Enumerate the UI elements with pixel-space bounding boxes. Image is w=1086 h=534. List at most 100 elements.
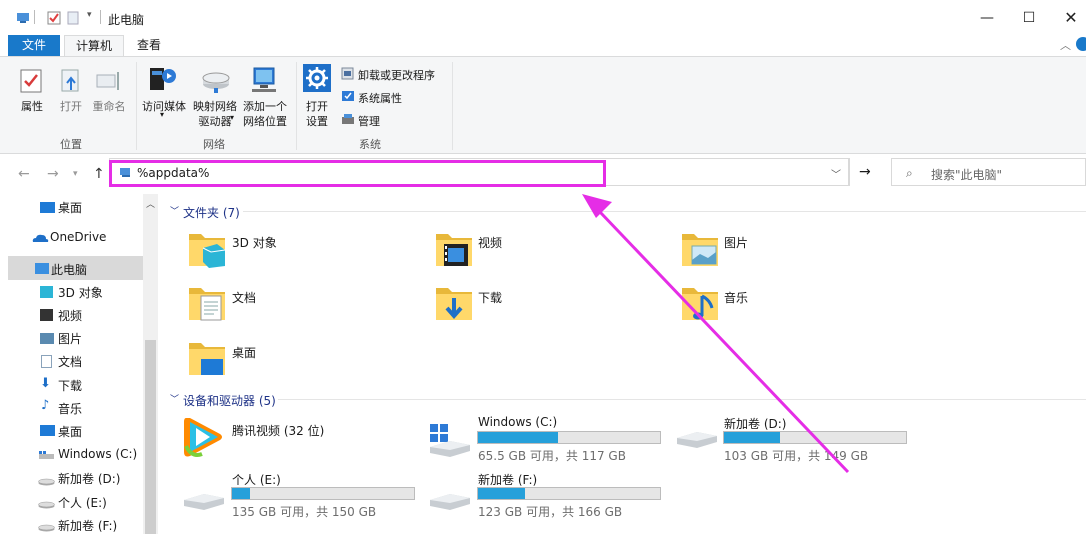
uninstall-icon <box>341 67 354 80</box>
drive-usage-fill <box>478 488 526 499</box>
windows-drive-icon[interactable] <box>428 423 472 460</box>
chevron-down-icon[interactable]: ﹀ <box>170 392 179 405</box>
nav-item-music[interactable]: 音乐 <box>58 400 82 417</box>
drive-name[interactable]: 新加卷 (D:) <box>724 415 786 432</box>
open-settings-label-2: 设置 <box>306 115 328 128</box>
tencent-video-icon[interactable] <box>180 414 226 463</box>
nav-item-desktop[interactable]: 桌面 <box>58 199 82 216</box>
nav-item-downloads[interactable]: 下载 <box>58 377 82 394</box>
search-input[interactable]: 搜索"此电脑" <box>931 166 1002 183</box>
folder-name[interactable]: 视频 <box>478 234 502 251</box>
drive-name[interactable]: 腾讯视频 (32 位) <box>232 422 324 439</box>
system-properties-button[interactable]: 系统属性 <box>358 90 402 106</box>
computer-icon[interactable] <box>16 11 30 24</box>
chevron-down-icon[interactable]: ▾ <box>230 113 234 122</box>
collapse-ribbon-icon[interactable]: ︿ <box>1060 37 1071 53</box>
media-icon <box>148 64 178 94</box>
drive-icon <box>38 521 55 534</box>
drive-icon[interactable] <box>675 430 719 453</box>
folder-name[interactable]: 3D 对象 <box>232 234 277 251</box>
videos-icon <box>40 309 53 321</box>
drive-icon <box>38 475 55 489</box>
nav-scroll-thumb[interactable] <box>145 340 156 534</box>
chevron-down-icon[interactable]: ▾ <box>87 10 92 20</box>
map-drive-button[interactable]: 映射网络 <box>190 98 240 114</box>
folder-name[interactable]: 音乐 <box>724 289 748 306</box>
folder-music-icon[interactable] <box>680 282 720 327</box>
manage-button[interactable]: 管理 <box>358 113 380 129</box>
folder-desktop-icon[interactable] <box>187 337 227 382</box>
recent-locations-button[interactable]: ▾ <box>73 169 78 179</box>
folder-documents-icon[interactable] <box>187 282 227 327</box>
section-folders-title[interactable]: 文件夹 (7) <box>183 204 240 221</box>
properties-icon[interactable] <box>18 68 44 94</box>
folder-name[interactable]: 文档 <box>232 289 256 306</box>
search-icon: ⌕ <box>906 166 913 180</box>
close-button[interactable]: ✕ <box>1048 6 1086 30</box>
folder-name[interactable]: 下载 <box>478 289 502 306</box>
folder-name[interactable]: 图片 <box>724 234 748 251</box>
nav-item-drive-d[interactable]: 新加卷 (D:) <box>58 470 120 487</box>
nav-item-onedrive[interactable]: OneDrive <box>50 230 106 244</box>
address-history-button[interactable]: ﹀ <box>831 166 841 181</box>
drive-name[interactable]: 新加卷 (F:) <box>478 471 537 488</box>
rename-button[interactable]: 重命名 <box>90 98 128 114</box>
drive-usage-fill <box>232 488 251 499</box>
scroll-up-icon[interactable]: ︿ <box>146 197 155 210</box>
nav-item-3d-objects[interactable]: 3D 对象 <box>58 284 103 301</box>
chevron-down-icon[interactable]: ﹀ <box>170 204 179 217</box>
tab-view[interactable]: 查看 <box>130 35 168 57</box>
downloads-icon: ⬇ <box>40 376 51 391</box>
nav-item-drive-f[interactable]: 新加卷 (F:) <box>58 517 117 534</box>
settings-gear-icon <box>303 64 331 92</box>
folder-3d-objects-icon[interactable] <box>187 228 227 273</box>
drive-usage-bar <box>723 431 907 444</box>
nav-item-pictures[interactable]: 图片 <box>58 330 82 347</box>
divider <box>243 211 1086 212</box>
drive-usage-bar <box>231 487 415 500</box>
network-location-icon <box>248 66 280 94</box>
up-button[interactable]: ↑ <box>93 166 105 182</box>
forward-button[interactable]: → <box>47 166 59 182</box>
computer-icon <box>119 167 133 178</box>
drive-icon[interactable] <box>428 492 472 515</box>
address-input[interactable]: %appdata% <box>137 166 209 180</box>
system-properties-icon <box>341 90 355 103</box>
nav-item-drive-e[interactable]: 个人 (E:) <box>58 494 107 511</box>
nav-item-drive-c[interactable]: Windows (C:) <box>58 447 137 461</box>
drive-name[interactable]: 个人 (E:) <box>232 471 281 488</box>
properties-icon[interactable] <box>47 11 61 25</box>
section-drives-title[interactable]: 设备和驱动器 (5) <box>183 392 276 409</box>
folder-downloads-icon[interactable] <box>434 282 474 327</box>
divider <box>296 62 297 150</box>
nav-item-desktop-2[interactable]: 桌面 <box>58 423 82 440</box>
minimize-button[interactable]: — <box>964 6 1010 30</box>
chevron-down-icon[interactable]: ▾ <box>160 110 164 119</box>
tab-file[interactable]: 文件 <box>8 35 60 57</box>
open-button[interactable]: 打开 <box>56 98 86 114</box>
uninstall-programs-button[interactable]: 卸载或更改程序 <box>358 67 435 83</box>
new-folder-icon[interactable] <box>67 11 81 25</box>
folder-pictures-icon[interactable] <box>680 228 720 273</box>
tab-computer[interactable]: 计算机 <box>64 35 124 57</box>
nav-item-this-pc[interactable]: 此电脑 <box>51 261 87 278</box>
add-network-location-button[interactable]: 添加一个 <box>240 98 290 114</box>
add-network-location-label-2: 网络位置 <box>243 115 287 128</box>
window-title: 此电脑 <box>108 13 145 27</box>
open-settings-button[interactable]: 打开 <box>302 98 332 114</box>
rename-icon <box>95 68 125 94</box>
drive-usage-bar <box>477 431 661 444</box>
go-button[interactable]: → <box>859 164 871 180</box>
folder-videos-icon[interactable] <box>434 228 474 273</box>
folder-name[interactable]: 桌面 <box>232 344 256 361</box>
drive-name[interactable]: Windows (C:) <box>478 415 557 429</box>
back-button[interactable]: ← <box>18 166 30 182</box>
nav-item-videos[interactable]: 视频 <box>58 307 82 324</box>
properties-button[interactable]: 属性 <box>18 98 46 114</box>
divider <box>100 10 101 24</box>
help-icon[interactable] <box>1076 37 1086 51</box>
title-bar: ▾ 此电脑 — ☐ ✕ <box>0 0 1086 34</box>
nav-item-documents[interactable]: 文档 <box>58 353 82 370</box>
drive-icon[interactable] <box>182 492 226 515</box>
maximize-button[interactable]: ☐ <box>1006 6 1052 30</box>
